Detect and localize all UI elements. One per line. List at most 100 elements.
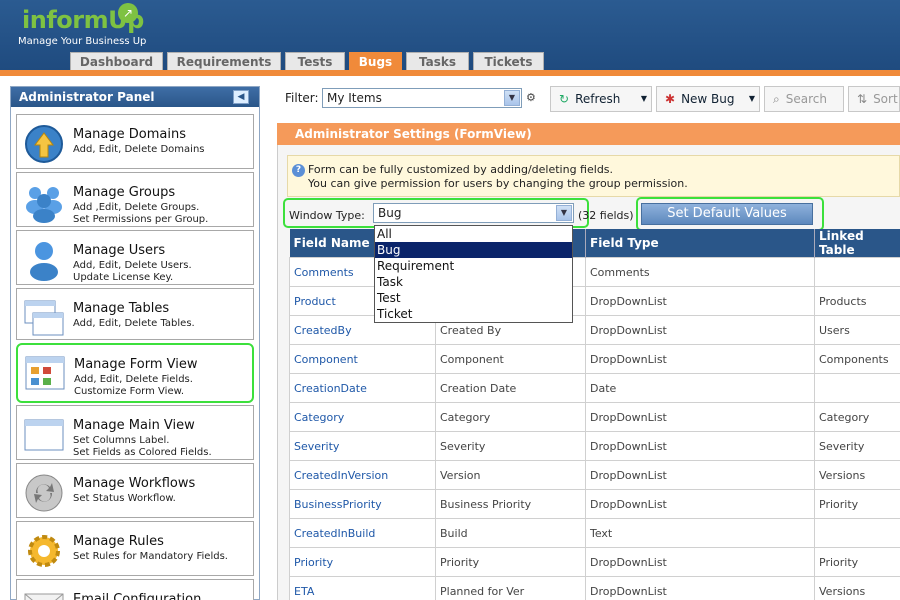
dropdown-option-ticket[interactable]: Ticket (375, 306, 572, 322)
dropdown-option-task[interactable]: Task (375, 274, 572, 290)
collapse-panel-icon[interactable]: ◀ (233, 90, 249, 104)
field-type-cell: DropDownList (585, 576, 815, 600)
new-bug-dropdown-icon[interactable]: ▼ (749, 87, 755, 111)
column-header-linked-table[interactable]: Linked Table (814, 229, 900, 258)
menu-manage-main-view[interactable]: Manage Main View Set Columns Label. Set … (16, 405, 254, 460)
menu-desc: Add, Edit, Delete Fields. Customize Form… (74, 374, 193, 397)
tab-tickets[interactable]: Tickets (473, 52, 544, 71)
tab-dashboard[interactable]: Dashboard (70, 52, 163, 71)
dropdown-option-test[interactable]: Test (375, 290, 572, 306)
menu-title: Manage Main View (73, 418, 195, 433)
field-type-cell: DropDownList (585, 547, 815, 577)
refresh-dropdown-icon[interactable]: ▼ (641, 87, 647, 111)
column-header-field-type[interactable]: Field Type (585, 229, 815, 258)
field-name-cell[interactable]: CreatedInBuild (289, 518, 436, 548)
menu-desc: Add, Edit, Delete Users. Update License … (73, 260, 192, 283)
menu-desc: Set Rules for Mandatory Fields. (73, 551, 228, 562)
menu-manage-groups[interactable]: Manage Groups Add ,Edit, Delete Groups. … (16, 172, 254, 227)
menu-title: Email Configuration (73, 592, 202, 600)
admin-settings-title: Administrator Settings (FormView) (277, 123, 900, 145)
set-default-values-button[interactable]: Set Default Values (641, 203, 813, 225)
menu-title: Manage Form View (74, 357, 198, 372)
table-row[interactable]: Category Category DropDownList Category (289, 402, 900, 432)
field-name-cell[interactable]: BusinessPriority (289, 489, 436, 519)
linked-table-cell (814, 518, 900, 548)
filter-select-value: My Items (327, 91, 382, 105)
field-name-cell[interactable]: Priority (289, 547, 436, 577)
menu-title: Manage Tables (73, 301, 170, 316)
filter-label: Filter: (285, 91, 319, 105)
tab-tests[interactable]: Tests (285, 52, 345, 71)
table-row[interactable]: Component Component DropDownList Components (289, 344, 900, 374)
menu-manage-domains[interactable]: Manage Domains Add, Edit, Delete Domains (16, 114, 254, 169)
group-users-icon (26, 187, 62, 223)
field-type-cell: Date (585, 373, 815, 403)
sort-button[interactable]: ⇅ Sort (848, 86, 900, 112)
refresh-icon: ↻ (559, 92, 570, 106)
email-icon (24, 593, 64, 600)
menu-email-configuration[interactable]: Email Configuration (16, 579, 254, 600)
new-bug-button[interactable]: ✱ New Bug ▼ (656, 86, 760, 112)
label-cell: Version (435, 460, 586, 490)
menu-desc: Set Status Workflow. (73, 493, 176, 504)
field-name-cell[interactable]: ETA (289, 576, 436, 600)
field-type-cell: DropDownList (585, 344, 815, 374)
field-name-cell[interactable]: Severity (289, 431, 436, 461)
table-row[interactable]: CreatedInBuild Build Text (289, 518, 900, 548)
table-row[interactable]: Priority Priority DropDownList Priority (289, 547, 900, 577)
menu-manage-users[interactable]: Manage Users Add, Edit, Delete Users. Up… (16, 230, 254, 285)
table-row[interactable]: BusinessPriority Business Priority DropDow… (289, 489, 900, 519)
dropdown-option-bug[interactable]: Bug (375, 242, 572, 258)
menu-manage-rules[interactable]: Manage Rules Set Rules for Mandatory Fie… (16, 521, 254, 576)
label-cell: Business Priority (435, 489, 586, 519)
tab-tasks[interactable]: Tasks (406, 52, 469, 71)
table-row[interactable]: ETA Planned for Ver DropDownList Versions (289, 576, 900, 600)
sort-icon: ⇅ (857, 92, 868, 106)
new-bug-icon: ✱ (665, 92, 676, 106)
field-name-cell[interactable]: Category (289, 402, 436, 432)
window-type-value: Bug (378, 206, 402, 220)
field-type-cell: Text (585, 518, 815, 548)
search-button[interactable]: ⌕ Search (764, 86, 844, 112)
menu-title: Manage Groups (73, 185, 176, 200)
field-name-cell[interactable]: Component (289, 344, 436, 374)
refresh-label: Refresh (575, 92, 621, 106)
table-row[interactable]: CreationDate Creation Date Date (289, 373, 900, 403)
menu-manage-tables[interactable]: Manage Tables Add, Edit, Delete Tables. (16, 288, 254, 340)
field-type-cell: DropDownList (585, 431, 815, 461)
field-type-cell: DropDownList (585, 286, 815, 316)
tab-bugs[interactable]: Bugs (349, 52, 402, 72)
field-name-cell[interactable]: CreatedInVersion (289, 460, 436, 490)
logo-arrow-icon: ↗ (118, 3, 138, 23)
filter-options-icon[interactable]: ⚙ (526, 91, 536, 104)
linked-table-cell: Priority (814, 547, 900, 577)
field-type-cell: Comments (585, 257, 815, 287)
linked-table-cell: Category (814, 402, 900, 432)
menu-manage-form-view[interactable]: Manage Form View Add, Edit, Delete Field… (16, 343, 254, 403)
menu-desc: Add, Edit, Delete Domains (73, 144, 205, 155)
menu-desc: Set Columns Label. Set Fields as Colored… (73, 435, 212, 458)
menu-title: Manage Users (73, 243, 166, 258)
dropdown-option-requirement[interactable]: Requirement (375, 258, 572, 274)
window-type-select[interactable]: Bug ▼ (373, 203, 574, 223)
menu-manage-workflows[interactable]: Manage Workflows Set Status Workflow. (16, 463, 254, 518)
chevron-down-icon[interactable]: ▼ (504, 90, 520, 106)
linked-table-cell: Products (814, 286, 900, 316)
dropdown-option-all[interactable]: All (375, 226, 572, 242)
chevron-down-icon[interactable]: ▼ (556, 205, 572, 221)
label-cell: Severity (435, 431, 586, 461)
administrator-panel: Administrator Panel ◀ Manage Domains Add… (10, 86, 260, 600)
header-accent-strip (0, 70, 900, 76)
linked-table-cell: Severity (814, 431, 900, 461)
refresh-button[interactable]: ↻ Refresh ▼ (550, 86, 652, 112)
info-line-1: Form can be fully customized by adding/d… (308, 163, 614, 176)
linked-table-cell (814, 257, 900, 287)
field-name-cell[interactable]: CreationDate (289, 373, 436, 403)
tab-requirements[interactable]: Requirements (167, 52, 281, 71)
admin-panel-title: Administrator Panel ◀ (11, 87, 259, 107)
table-row[interactable]: CreatedInVersion Version DropDownList Versi… (289, 460, 900, 490)
table-row[interactable]: Severity Severity DropDownList Severity (289, 431, 900, 461)
info-message-box: ? Form can be fully customized by adding… (287, 155, 900, 197)
filter-select[interactable]: My Items ▼ (322, 88, 522, 108)
form-view-icon (25, 356, 65, 390)
